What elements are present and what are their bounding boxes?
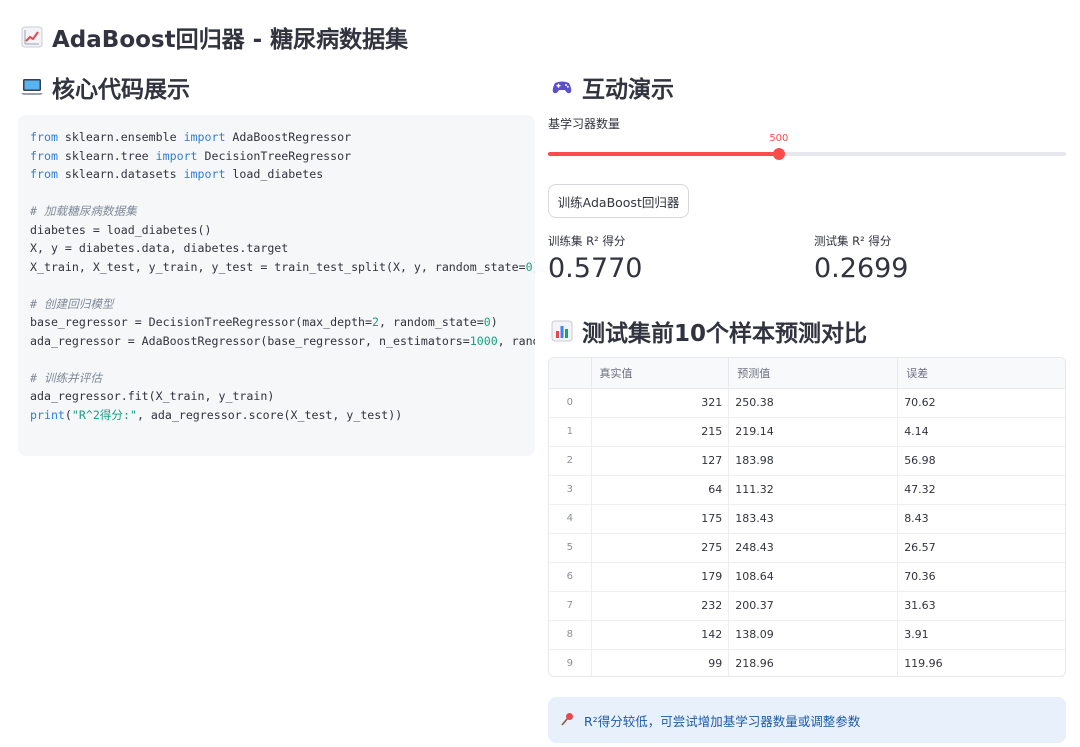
table-cell: 26.57: [897, 533, 1065, 563]
code-line: base_regressor = DecisionTreeRegressor(m…: [30, 315, 498, 329]
table-cell: 219.14: [728, 417, 898, 447]
row-index: 6: [549, 562, 591, 592]
code-line: from sklearn.datasets import load_diabet…: [30, 167, 324, 181]
table-cell: 64: [590, 475, 729, 505]
table-row[interactable]: 8 142 138.09 3.91: [549, 620, 1065, 650]
table-cell: 111.32: [728, 475, 898, 505]
table-cell: 47.32: [897, 475, 1065, 505]
pushpin-icon: [560, 711, 576, 730]
demo-section-title: 互动演示: [550, 70, 674, 104]
table-cell: 175: [590, 504, 729, 534]
code-line: X, y = diabetes.data, diabetes.target: [30, 241, 289, 255]
table-row[interactable]: 4 175 183.43 8.43: [549, 504, 1065, 534]
table-header-row: 真实值 预测值 误差: [549, 358, 1065, 389]
table-row[interactable]: 3 64 111.32 47.32: [549, 475, 1065, 505]
comparison-title: 测试集前10个样本预测对比: [550, 314, 867, 348]
table-cell: 215: [590, 417, 729, 447]
code-line: from sklearn.ensemble import AdaBoostReg…: [30, 130, 352, 144]
column-header[interactable]: 真实值: [590, 358, 729, 389]
table-cell: 321: [590, 388, 729, 418]
code-line: diabetes = load_diabetes(): [30, 222, 212, 237]
table-row[interactable]: 0 321 250.38 70.62: [549, 388, 1065, 418]
info-text: R²得分较低，可尝试增加基学习器数量或调整参数: [584, 713, 861, 729]
train-r2-label: 训练集 R² 得分: [548, 234, 626, 248]
row-index: 9: [566, 658, 573, 670]
code-section-title: 核心代码展示: [20, 70, 190, 104]
table-row[interactable]: 9 99 218.96 119.96: [549, 649, 1065, 676]
code-line: print("R^2得分:", ada_regressor.score(X_te…: [30, 407, 403, 422]
column-header[interactable]: 误差: [897, 358, 1065, 389]
demo-section-title-text: 互动演示: [582, 77, 674, 103]
code-line: ada_regressor.fit(X_train, y_train): [30, 389, 275, 403]
table-cell: 4.14: [897, 417, 1065, 447]
table-cell: 183.98: [728, 446, 898, 476]
gamepad-icon: [550, 75, 574, 99]
laptop-icon: [20, 75, 44, 99]
row-index: 4: [549, 504, 591, 534]
table-cell: 99: [590, 649, 729, 676]
table-cell: 119.96: [897, 649, 1065, 676]
column-header[interactable]: 预测值: [728, 358, 898, 389]
table-cell: 183.43: [728, 504, 898, 534]
test-r2-value: 0.2699: [814, 253, 909, 284]
table-cell: 179: [590, 562, 729, 592]
row-index: 7: [549, 591, 591, 621]
table-cell: 3.91: [897, 620, 1065, 650]
page-title: AdaBoost回归器 - 糖尿病数据集: [20, 21, 408, 53]
table-cell: 108.64: [728, 562, 898, 592]
table-cell: 248.43: [728, 533, 898, 563]
code-section-title-text: 核心代码展示: [52, 77, 190, 103]
table-cell: 127: [590, 446, 729, 476]
prediction-table[interactable]: 真实值 预测值 误差 0 321 250.38 70.62 1 215 219.14 4.14 2 1…: [548, 357, 1066, 677]
table-cell: 142: [590, 620, 729, 650]
table-cell: 200.37: [728, 591, 898, 621]
code-line: # 训练并评估: [30, 370, 102, 385]
table-cell: 275: [590, 533, 729, 563]
info-alert: R²得分较低，可尝试增加基学习器数量或调整参数: [548, 697, 1066, 743]
table-row[interactable]: 5 275 248.43 26.57: [549, 533, 1065, 563]
row-index: 5: [549, 533, 591, 563]
code-line: ada_regressor = AdaBoostRegressor(base_r…: [30, 333, 535, 348]
table-cell: 138.09: [728, 620, 898, 650]
slider-label: 基学习器数量: [548, 117, 621, 131]
page-title-text: AdaBoost回归器 - 糖尿病数据集: [52, 27, 409, 53]
table-row[interactable]: 6 179 108.64 70.36: [549, 562, 1065, 592]
code-line: # 创建回归模型: [30, 296, 114, 311]
slider-value: 500: [769, 133, 789, 144]
estimators-slider[interactable]: [548, 148, 1066, 160]
table-cell: 70.36: [897, 562, 1065, 592]
code-line: X_train, X_test, y_train, y_test = train…: [30, 259, 535, 274]
slider-thumb[interactable]: [772, 148, 785, 160]
table-cell: 250.38: [728, 388, 898, 418]
code-line: from sklearn.tree import DecisionTreeReg…: [30, 148, 352, 163]
chart-increasing-icon: [20, 25, 44, 49]
row-index: 0: [549, 388, 591, 418]
table-cell: 56.98: [897, 446, 1065, 476]
bar-chart-icon: [550, 319, 574, 343]
slider-fill: [548, 152, 779, 156]
table-row[interactable]: 7 232 200.37 31.63: [549, 591, 1065, 621]
table-cell: 218.96: [728, 649, 898, 676]
row-index: 1: [549, 417, 591, 447]
table-row[interactable]: 1 215 219.14 4.14: [549, 417, 1065, 447]
table-cell: 232: [590, 591, 729, 621]
table-row[interactable]: 2 127 183.98 56.98: [549, 446, 1065, 476]
comparison-title-text: 测试集前10个样本预测对比: [582, 321, 868, 347]
train-adaboost-button[interactable]: 训练AdaBoost回归器: [548, 184, 689, 218]
row-index: 8: [549, 620, 591, 650]
code-block: from sklearn.ensemble import AdaBoostReg…: [18, 115, 535, 456]
test-r2-label: 测试集 R² 得分: [814, 234, 892, 248]
table-cell: 31.63: [897, 591, 1065, 621]
row-index: 2: [549, 446, 591, 476]
table-cell: 70.62: [897, 388, 1065, 418]
code-line: # 加载糖尿病数据集: [30, 204, 137, 218]
table-cell: 8.43: [897, 504, 1065, 534]
index-header[interactable]: [549, 358, 591, 389]
row-index: 3: [549, 475, 591, 505]
train-r2-value: 0.5770: [548, 253, 643, 284]
